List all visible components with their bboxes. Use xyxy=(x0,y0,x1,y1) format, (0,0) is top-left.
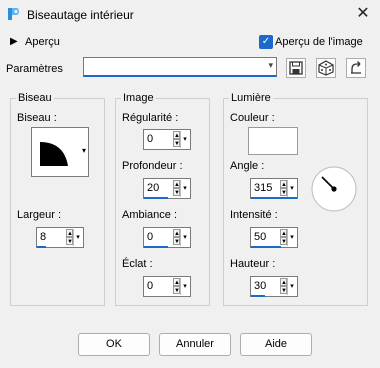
preview-image-label[interactable]: Aperçu de l'image xyxy=(275,36,363,48)
increment-icon[interactable]: ▲ xyxy=(66,229,73,237)
bevel-shape-icon xyxy=(40,142,68,166)
chevron-down-icon: ▾ xyxy=(81,146,86,155)
smoothness-label: Régularité : xyxy=(122,112,179,124)
bevel-group-label: Biseau xyxy=(16,92,54,104)
image-group-label: Image xyxy=(121,92,156,104)
close-button[interactable]: ✕ xyxy=(352,4,374,24)
save-preset-button[interactable] xyxy=(286,58,306,78)
intensity-spinbox[interactable]: 50 ▲ ▼ ▾ xyxy=(250,227,298,248)
reset-icon xyxy=(351,61,361,74)
ambience-spinbox[interactable]: 0 ▲ ▼ ▾ xyxy=(143,227,191,248)
elevation-level-bar xyxy=(251,295,265,297)
increment-icon[interactable]: ▲ xyxy=(280,180,287,188)
decrement-icon[interactable]: ▼ xyxy=(280,188,287,196)
decrement-icon[interactable]: ▼ xyxy=(173,286,180,294)
elevation-spinbox[interactable]: 30 ▲ ▼ ▾ xyxy=(250,276,298,297)
width-label: Largeur : xyxy=(17,209,62,221)
ambience-label: Ambiance : xyxy=(122,209,178,221)
decrement-icon[interactable]: ▼ xyxy=(173,237,180,245)
decrement-icon[interactable]: ▼ xyxy=(280,286,287,294)
dropdown-arrow-icon[interactable]: ▾ xyxy=(180,180,189,197)
dice-icon xyxy=(318,60,334,76)
shine-label: Éclat : xyxy=(122,258,153,270)
randomize-button[interactable] xyxy=(316,58,336,78)
increment-icon[interactable]: ▲ xyxy=(280,278,287,286)
increment-icon[interactable]: ▲ xyxy=(173,131,180,139)
increment-icon[interactable]: ▲ xyxy=(173,180,180,188)
reset-button[interactable] xyxy=(346,58,366,78)
smoothness-value: 0 xyxy=(147,133,154,145)
shine-spinbox[interactable]: 0 ▲ ▼ ▾ xyxy=(143,276,191,297)
dropdown-arrow-icon[interactable]: ▾ xyxy=(180,229,189,246)
window-title: Biseautage intérieur xyxy=(27,8,134,22)
angle-label: Angle : xyxy=(230,160,265,172)
depth-label: Profondeur : xyxy=(122,160,183,172)
smoothness-spinbox[interactable]: 0 ▲ ▼ ▾ xyxy=(143,129,191,150)
increment-icon[interactable]: ▲ xyxy=(280,229,287,237)
params-label: Paramètres xyxy=(6,63,63,75)
light-group-label: Lumière xyxy=(229,92,273,104)
elevation-value: 30 xyxy=(254,280,267,292)
increment-icon[interactable]: ▲ xyxy=(173,229,180,237)
ambience-value: 0 xyxy=(147,231,154,243)
params-combobox[interactable]: ▾ xyxy=(83,57,277,77)
width-value: 8 xyxy=(40,231,47,243)
light-color-swatch[interactable] xyxy=(248,127,298,155)
app-icon xyxy=(7,7,21,21)
decrement-icon[interactable]: ▼ xyxy=(280,237,287,245)
width-spinbox[interactable]: 8 ▲ ▼ ▾ xyxy=(36,227,84,248)
preview-toggle-label[interactable]: Aperçu xyxy=(25,36,60,48)
bevel-shape-picker[interactable]: ▾ xyxy=(31,127,89,177)
dropdown-arrow-icon[interactable]: ▾ xyxy=(180,278,189,295)
decrement-icon[interactable]: ▼ xyxy=(173,188,180,196)
bevel-shape-label: Biseau : xyxy=(17,112,57,124)
ok-button[interactable]: OK xyxy=(78,333,150,356)
depth-level-bar xyxy=(144,197,168,199)
chevron-down-icon[interactable]: ▾ xyxy=(268,60,273,71)
depth-value: 20 xyxy=(147,182,160,194)
dropdown-arrow-icon[interactable]: ▾ xyxy=(287,229,296,246)
angle-spinbox[interactable]: 315 ▲ ▼ ▾ xyxy=(250,178,298,199)
decrement-icon[interactable]: ▼ xyxy=(173,139,180,147)
decrement-icon[interactable]: ▼ xyxy=(66,237,73,245)
intensity-level-bar xyxy=(251,246,281,248)
angle-level-bar xyxy=(251,197,297,199)
dropdown-arrow-icon[interactable]: ▾ xyxy=(287,180,296,197)
light-color-label: Couleur : xyxy=(230,112,275,124)
depth-spinbox[interactable]: 20 ▲ ▼ ▾ xyxy=(143,178,191,199)
shine-value: 0 xyxy=(147,280,154,292)
dropdown-arrow-icon[interactable]: ▾ xyxy=(287,278,296,295)
ambience-level-bar xyxy=(144,246,168,248)
width-level-bar xyxy=(37,246,46,248)
dropdown-arrow-icon[interactable]: ▾ xyxy=(73,229,82,246)
preview-image-checkbox[interactable]: ✓ xyxy=(259,35,273,49)
elevation-label: Hauteur : xyxy=(230,258,276,270)
intensity-value: 50 xyxy=(254,231,267,243)
angle-value: 315 xyxy=(254,182,273,194)
dropdown-arrow-icon[interactable]: ▾ xyxy=(180,131,189,148)
help-button[interactable]: Aide xyxy=(240,333,312,356)
expand-preview-icon[interactable]: ▶ xyxy=(10,36,18,47)
angle-dial[interactable] xyxy=(310,165,358,213)
floppy-disk-icon xyxy=(289,61,303,75)
intensity-label: Intensité : xyxy=(230,209,278,221)
increment-icon[interactable]: ▲ xyxy=(173,278,180,286)
cancel-button[interactable]: Annuler xyxy=(159,333,231,356)
